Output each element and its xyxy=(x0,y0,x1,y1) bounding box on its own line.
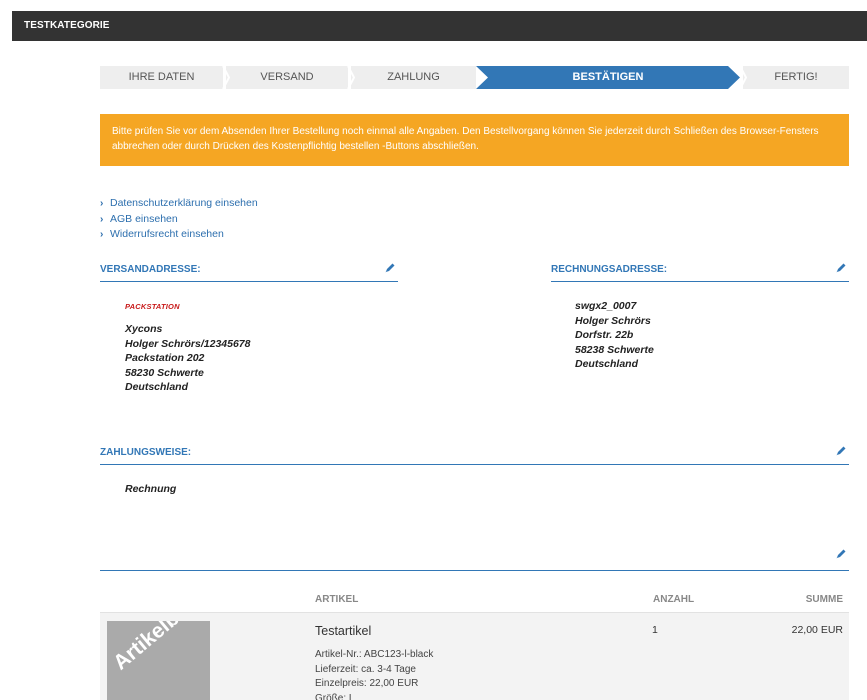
product-image-label: Artikelbild xyxy=(109,621,203,675)
shipping-address-header: VERSANDADRESSE: xyxy=(100,262,398,282)
product-sum: 22,00 EUR xyxy=(791,624,843,636)
product-name[interactable]: Testartikel xyxy=(315,624,371,638)
step-fertig[interactable]: FERTIG! xyxy=(743,66,849,89)
packstation-logo: PACKSTATION xyxy=(125,302,180,311)
chevron-right-icon: › xyxy=(100,213,104,225)
payment-method-header: ZAHLUNGSWEISE: xyxy=(100,445,849,465)
step-separator-icon xyxy=(347,66,355,89)
address-line: Deutschland xyxy=(125,381,189,393)
product-article-number: Artikel-Nr.: ABC123-l-black xyxy=(315,649,434,660)
chevron-right-icon: › xyxy=(100,229,104,240)
payment-method: Rechnung xyxy=(125,482,176,497)
step-bestaetigen[interactable]: BESTÄTIGEN xyxy=(476,66,740,89)
product-details: Artikel-Nr.: ABC123-l-black Lieferzeit: … xyxy=(315,648,433,700)
notice-text: Bitte prüfen Sie vor dem Absenden Ihrer … xyxy=(112,126,819,152)
legal-links: › Datenschutzerklärung einsehen › AGB eins… xyxy=(100,196,258,243)
billing-address-header: RECHNUNGSADRESSE: xyxy=(551,262,849,282)
step-zahlung[interactable]: ZAHLUNG xyxy=(351,66,476,89)
terms-link[interactable]: › AGB einsehen xyxy=(100,212,258,228)
address-line: Xycons xyxy=(125,323,163,335)
shipping-address-title: VERSANDADRESSE: xyxy=(100,264,201,275)
address-line: Deutschland xyxy=(575,358,639,370)
step-separator-icon xyxy=(222,66,230,89)
address-line: Holger Schrörs/12345678 xyxy=(125,337,251,350)
address-line: Dorfstr. 22b xyxy=(575,329,634,341)
category-title[interactable]: TESTKATEGORIE xyxy=(24,20,110,31)
link-label: Datenschutzerklärung einsehen xyxy=(110,197,258,209)
shipping-address: PACKSTATION Xycons Holger Schrörs/123456… xyxy=(125,302,251,395)
step-label: FERTIG! xyxy=(774,71,818,83)
product-unit-price: Einzelpreis: 22,00 EUR xyxy=(315,678,419,689)
category-bar: TESTKATEGORIE xyxy=(12,11,867,41)
payment-method-title: ZAHLUNGSWEISE: xyxy=(100,447,192,458)
cart-item-row: Artikelbild Testartikel Artikel-Nr.: ABC… xyxy=(100,612,849,700)
product-quantity: 1 xyxy=(652,624,658,636)
address-line: 58230 Schwerte xyxy=(125,366,204,379)
product-image-placeholder[interactable]: Artikelbild xyxy=(107,621,210,700)
address-line: swgx2_0007 xyxy=(575,300,637,312)
link-label: AGB einsehen xyxy=(110,212,178,225)
chevron-right-icon: › xyxy=(100,198,104,209)
step-label: BESTÄTIGEN xyxy=(572,71,644,83)
column-header-sum: SUMME xyxy=(805,594,843,605)
step-label: IHRE DATEN xyxy=(128,71,195,83)
privacy-link[interactable]: › Datenschutzerklärung einsehen xyxy=(100,196,258,212)
step-versand[interactable]: VERSAND xyxy=(226,66,348,89)
edit-payment-pencil-icon[interactable] xyxy=(835,445,847,457)
billing-address-title: RECHNUNGSADRESSE: xyxy=(551,264,668,275)
withdrawal-link[interactable]: › Widerrufsrecht einsehen xyxy=(100,227,258,243)
edit-shipping-pencil-icon[interactable] xyxy=(384,262,396,274)
checkout-steps: IHRE DATEN VERSAND ZAHLUNG BESTÄTIGEN FE… xyxy=(100,66,849,89)
billing-address: swgx2_0007 Holger Schrörs Dorfstr. 22b 5… xyxy=(575,299,654,372)
review-notice: Bitte prüfen Sie vor dem Absenden Ihrer … xyxy=(100,114,849,166)
column-header-article: ARTIKEL xyxy=(315,594,359,605)
step-ihre-daten[interactable]: IHRE DATEN xyxy=(100,66,223,89)
product-delivery-time: Lieferzeit: ca. 3-4 Tage xyxy=(315,663,416,675)
address-line: Packstation 202 xyxy=(125,352,205,364)
column-header-quantity: ANZAHL xyxy=(653,594,695,605)
product-size: Größe: L xyxy=(315,692,355,700)
step-label: VERSAND xyxy=(260,71,314,83)
payment-method-value: Rechnung xyxy=(125,483,177,495)
address-line: 58238 Schwerte xyxy=(575,343,654,356)
edit-cart-pencil-icon[interactable] xyxy=(835,548,847,560)
cart-section-header xyxy=(100,548,849,571)
address-line: Holger Schrörs xyxy=(575,314,651,327)
step-label: ZAHLUNG xyxy=(387,71,440,83)
edit-billing-pencil-icon[interactable] xyxy=(835,262,847,274)
step-separator-icon xyxy=(739,66,747,89)
link-label: Widerrufsrecht einsehen xyxy=(110,228,224,240)
